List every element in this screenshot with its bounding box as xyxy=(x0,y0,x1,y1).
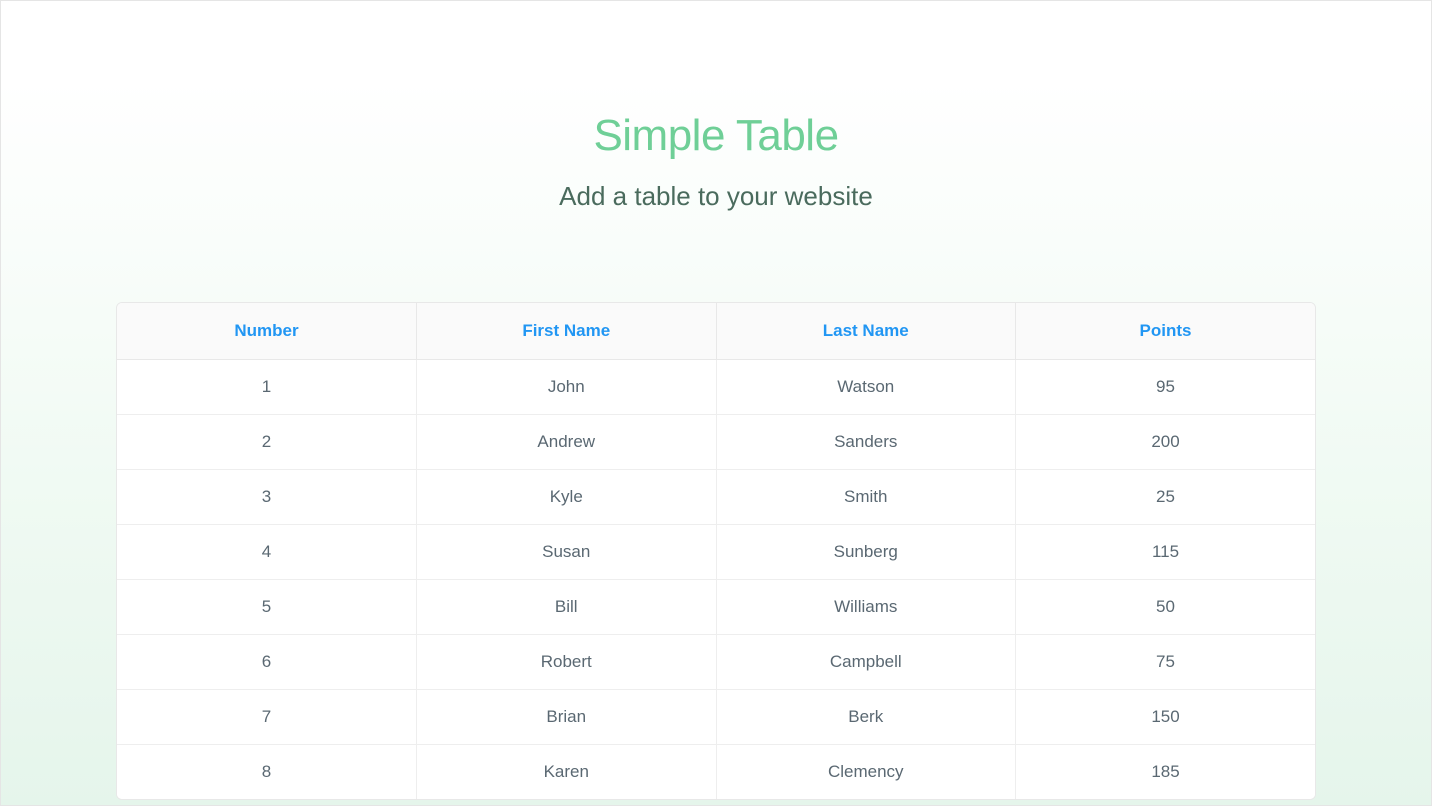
cell-number: 6 xyxy=(117,635,417,690)
table-row: 3 Kyle Smith 25 xyxy=(117,470,1315,525)
column-header-first-name: First Name xyxy=(417,303,717,360)
cell-first-name: John xyxy=(417,360,717,415)
cell-first-name: Andrew xyxy=(417,415,717,470)
simple-table: Number First Name Last Name Points 1 Joh… xyxy=(117,303,1315,799)
cell-last-name: Berk xyxy=(716,690,1016,745)
column-header-number: Number xyxy=(117,303,417,360)
table-row: 7 Brian Berk 150 xyxy=(117,690,1315,745)
cell-last-name: Sunberg xyxy=(716,525,1016,580)
cell-points: 200 xyxy=(1016,415,1316,470)
cell-first-name: Robert xyxy=(417,635,717,690)
cell-last-name: Sanders xyxy=(716,415,1016,470)
table-row: 5 Bill Williams 50 xyxy=(117,580,1315,635)
table-head: Number First Name Last Name Points xyxy=(117,303,1315,360)
cell-number: 1 xyxy=(117,360,417,415)
cell-points: 75 xyxy=(1016,635,1316,690)
cell-first-name: Bill xyxy=(417,580,717,635)
table-header-row: Number First Name Last Name Points xyxy=(117,303,1315,360)
cell-number: 2 xyxy=(117,415,417,470)
cell-number: 3 xyxy=(117,470,417,525)
cell-number: 8 xyxy=(117,745,417,800)
cell-points: 95 xyxy=(1016,360,1316,415)
table-row: 6 Robert Campbell 75 xyxy=(117,635,1315,690)
table-row: 2 Andrew Sanders 200 xyxy=(117,415,1315,470)
cell-last-name: Williams xyxy=(716,580,1016,635)
table-body: 1 John Watson 95 2 Andrew Sanders 200 3 … xyxy=(117,360,1315,800)
page-subtitle: Add a table to your website xyxy=(559,181,873,212)
cell-first-name: Susan xyxy=(417,525,717,580)
cell-points: 150 xyxy=(1016,690,1316,745)
cell-first-name: Brian xyxy=(417,690,717,745)
cell-points: 115 xyxy=(1016,525,1316,580)
page-title: Simple Table xyxy=(593,111,838,161)
table-row: 4 Susan Sunberg 115 xyxy=(117,525,1315,580)
column-header-last-name: Last Name xyxy=(716,303,1016,360)
table-row: 1 John Watson 95 xyxy=(117,360,1315,415)
cell-points: 185 xyxy=(1016,745,1316,800)
cell-last-name: Campbell xyxy=(716,635,1016,690)
cell-number: 5 xyxy=(117,580,417,635)
page-container: Simple Table Add a table to your website… xyxy=(1,111,1431,800)
cell-points: 25 xyxy=(1016,470,1316,525)
cell-number: 4 xyxy=(117,525,417,580)
cell-last-name: Smith xyxy=(716,470,1016,525)
cell-last-name: Clemency xyxy=(716,745,1016,800)
column-header-points: Points xyxy=(1016,303,1316,360)
cell-last-name: Watson xyxy=(716,360,1016,415)
cell-points: 50 xyxy=(1016,580,1316,635)
cell-first-name: Kyle xyxy=(417,470,717,525)
simple-table-wrapper: Number First Name Last Name Points 1 Joh… xyxy=(116,302,1316,800)
cell-first-name: Karen xyxy=(417,745,717,800)
table-row: 8 Karen Clemency 185 xyxy=(117,745,1315,800)
cell-number: 7 xyxy=(117,690,417,745)
